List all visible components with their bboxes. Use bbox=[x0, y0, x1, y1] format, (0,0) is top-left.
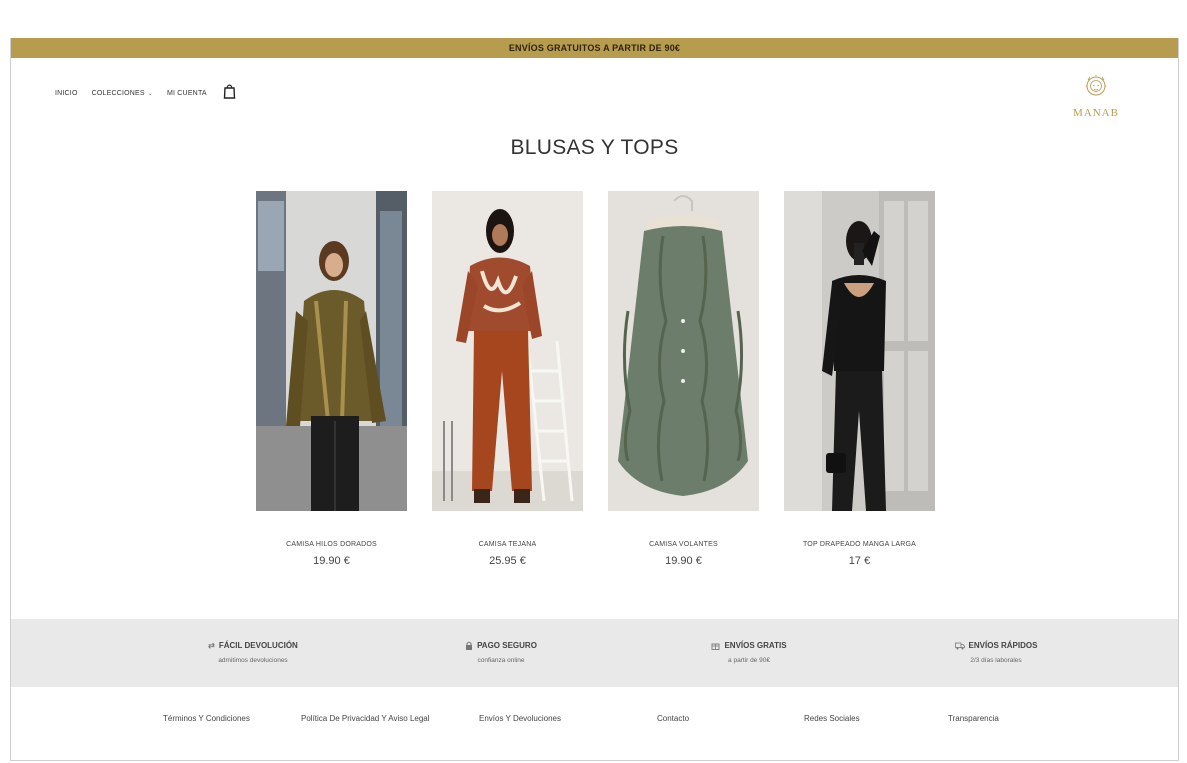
main-nav: INICIO COLECCIONES ⌄ MI CUENTA bbox=[55, 84, 236, 99]
feature-subtitle: a partir de 90€ bbox=[728, 657, 770, 664]
features-bar: ⇄ FÁCIL DEVOLUCIÓN admitimos devolucione… bbox=[11, 619, 1178, 687]
header: INICIO COLECCIONES ⌄ MI CUENTA MANAB bbox=[11, 58, 1178, 119]
product-image[interactable] bbox=[256, 191, 407, 511]
product-price: 17 € bbox=[848, 555, 871, 567]
footer-link-shipping-returns[interactable]: Envíos Y Devoluciones bbox=[479, 714, 561, 723]
footer-link-terms[interactable]: Términos Y Condiciones bbox=[163, 714, 250, 723]
lion-icon bbox=[1085, 74, 1107, 96]
nav-home[interactable]: INICIO bbox=[55, 90, 78, 97]
product-card[interactable]: CAMISA HILOS DORADOS 19.90 € bbox=[256, 191, 407, 567]
product-card[interactable]: TOP DRAPEADO MANGA LARGA 17 € bbox=[784, 191, 935, 567]
footer-links: Términos Y Condiciones Política De Priva… bbox=[11, 714, 1178, 728]
feature-subtitle: confianza online bbox=[477, 657, 525, 664]
shopping-bag-icon[interactable] bbox=[223, 83, 236, 99]
feature-secure-payment: PAGO SEGURO confianza online bbox=[411, 641, 591, 664]
feature-title: ENVÍOS GRATIS bbox=[724, 641, 787, 650]
product-name[interactable]: CAMISA TEJANA bbox=[432, 540, 583, 550]
product-card[interactable]: CAMISA VOLANTES 19.90 € bbox=[608, 191, 759, 567]
product-name[interactable]: CAMISA HILOS DORADOS bbox=[256, 540, 407, 550]
product-price: 19.90 € bbox=[313, 555, 350, 567]
footer-link-contact[interactable]: Contacto bbox=[657, 714, 689, 723]
page-frame: ENVÍOS GRATUITOS A PARTIR DE 90€ INICIO … bbox=[10, 38, 1179, 761]
nav-collections-label: COLECCIONES bbox=[91, 89, 145, 97]
feature-fast-shipping: ENVÍOS RÁPIDOS 2/3 días laborales bbox=[906, 641, 1086, 664]
gift-icon bbox=[712, 643, 720, 650]
product-grid: CAMISA HILOS DORADOS 19.90 € CAMISA TEJA… bbox=[256, 191, 935, 567]
product-name[interactable]: CAMISA VOLANTES bbox=[608, 540, 759, 550]
chevron-down-icon: ⌄ bbox=[147, 90, 153, 97]
product-card[interactable]: CAMISA TEJANA 25.95 € bbox=[432, 191, 583, 567]
feature-easy-return: ⇄ FÁCIL DEVOLUCIÓN admitimos devolucione… bbox=[163, 641, 343, 664]
nav-account[interactable]: MI CUENTA bbox=[167, 90, 207, 97]
brand-logo[interactable]: MANAB bbox=[1066, 74, 1126, 119]
footer-link-transparency[interactable]: Transparencia bbox=[948, 714, 999, 723]
feature-title: FÁCIL DEVOLUCIÓN bbox=[218, 641, 298, 650]
return-arrows-icon: ⇄ bbox=[208, 641, 215, 650]
feature-title: PAGO SEGURO bbox=[477, 641, 537, 650]
page-title: BLUSAS Y TOPS bbox=[510, 136, 679, 159]
product-image[interactable] bbox=[432, 191, 583, 511]
product-name[interactable]: TOP DRAPEADO MANGA LARGA bbox=[784, 540, 935, 550]
lock-icon bbox=[466, 641, 473, 650]
product-price: 19.90 € bbox=[665, 555, 702, 567]
feature-title: ENVÍOS RÁPIDOS bbox=[968, 641, 1038, 650]
product-image[interactable] bbox=[608, 191, 759, 511]
logo-text: MANAB bbox=[1073, 107, 1119, 119]
feature-free-shipping: ENVÍOS GRATIS a partir de 90€ bbox=[659, 641, 839, 664]
product-image[interactable] bbox=[784, 191, 935, 511]
product-price: 25.95 € bbox=[489, 555, 526, 567]
nav-collections[interactable]: COLECCIONES ⌄ bbox=[92, 90, 153, 97]
feature-subtitle: admitimos devoluciones bbox=[218, 657, 288, 664]
footer-link-social[interactable]: Redes Sociales bbox=[804, 714, 860, 723]
truck-icon bbox=[954, 642, 965, 649]
feature-subtitle: 2/3 días laborales bbox=[970, 657, 1022, 664]
footer-link-privacy[interactable]: Política De Privacidad Y Aviso Legal bbox=[301, 714, 430, 723]
announcement-bar: ENVÍOS GRATUITOS A PARTIR DE 90€ bbox=[11, 38, 1178, 58]
